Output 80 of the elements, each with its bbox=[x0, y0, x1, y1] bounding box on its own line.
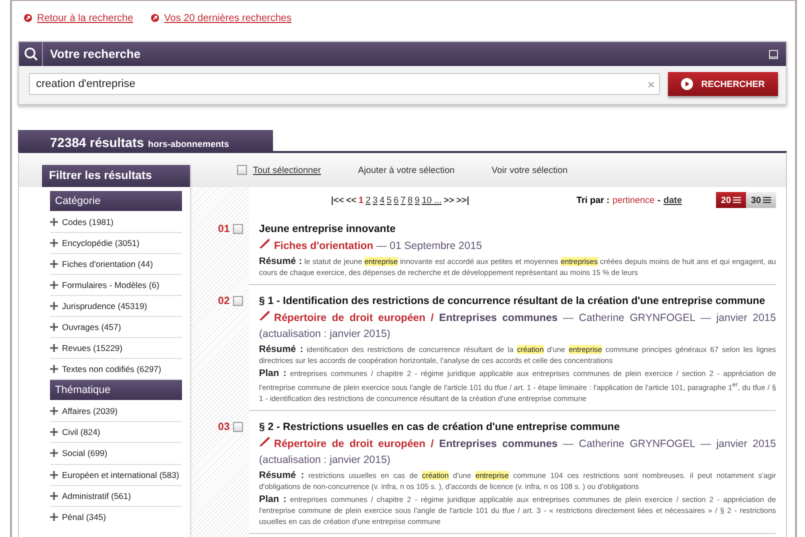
filter-item[interactable]: Revues (15229) bbox=[50, 338, 182, 360]
sort-separator: - bbox=[657, 195, 660, 205]
result-checkbox[interactable] bbox=[232, 224, 243, 234]
arrow-circle-icon bbox=[24, 14, 32, 22]
filter-item[interactable]: Affaires (2039) bbox=[50, 401, 182, 422]
section-header: Catégorie bbox=[50, 191, 182, 211]
results-tab[interactable]: 72384 résultats hors-abonnements bbox=[18, 130, 273, 151]
plus-icon bbox=[50, 407, 58, 416]
page-link[interactable]: 2 bbox=[366, 195, 371, 205]
result-source: Fiches d'orientation — 01 Septembre 2015 bbox=[259, 238, 776, 254]
filter-title: Filtrer les résultats bbox=[42, 165, 190, 187]
plus-icon bbox=[50, 428, 58, 436]
nav-link[interactable]: Vos 20 dernières recherches bbox=[151, 11, 292, 25]
plus-icon bbox=[50, 344, 58, 352]
play-icon bbox=[681, 78, 694, 90]
filter-item[interactable]: Pénal (345) bbox=[50, 506, 182, 527]
section-header: Thématique bbox=[50, 380, 182, 400]
result-title[interactable]: § 1 - Identification des restrictions de concurrence résultant de la création d'une entreprise commune bbox=[259, 295, 776, 307]
filter-item[interactable]: Civil (824) bbox=[50, 422, 182, 444]
result-source: Répertoire de droit européen / Entreprises communes — Catherine GRYNFOGEL — janvier 2015 (actualisation : janvier 2015) bbox=[259, 436, 776, 468]
pen-icon bbox=[259, 310, 270, 321]
filter-item[interactable]: Européen et international (583) bbox=[50, 464, 182, 486]
list-icon bbox=[733, 197, 741, 203]
nav-link[interactable]: Retour à la recherche bbox=[24, 11, 134, 25]
plus-icon bbox=[50, 281, 58, 290]
plus-icon bbox=[50, 492, 58, 500]
result-number: 02 bbox=[218, 295, 230, 307]
first-page-link[interactable]: |<< bbox=[331, 195, 344, 205]
per-page-button[interactable]: 20 bbox=[716, 192, 746, 208]
result-title[interactable]: § 2 - Restrictions usuelles en cas de création d'une entreprise commune bbox=[259, 420, 776, 432]
plus-icon bbox=[50, 260, 58, 268]
page-link[interactable]: 8 bbox=[408, 195, 413, 205]
plus-icon bbox=[50, 323, 58, 332]
search-button[interactable]: RECHERCHER bbox=[668, 72, 778, 96]
result-checkbox[interactable] bbox=[232, 296, 243, 306]
previous-page-link[interactable]: << bbox=[346, 195, 357, 205]
search-field[interactable]: creation d'entreprise × bbox=[29, 73, 660, 95]
plus-icon bbox=[50, 365, 58, 374]
toolbar-link[interactable]: Ajouter à votre sélection bbox=[358, 165, 455, 175]
next-page-link[interactable]: >> bbox=[444, 195, 454, 205]
result-title[interactable]: Jeune entreprise innovante bbox=[259, 223, 776, 235]
filter-item[interactable]: Formulaires - Modèles (6) bbox=[50, 275, 182, 296]
arrow-circle-icon bbox=[151, 14, 160, 22]
pen-icon bbox=[259, 436, 270, 446]
plus-icon bbox=[50, 470, 58, 479]
page-link[interactable]: 10 ... bbox=[422, 195, 442, 205]
filter-item[interactable]: Codes (1981) bbox=[50, 212, 182, 234]
filter-item[interactable]: Jurisprudence (45319) bbox=[50, 296, 182, 318]
result-source: Répertoire de droit européen / Entreprises communes — Catherine GRYNFOGEL — janvier 2015 (actualisation : janvier 2015) bbox=[259, 310, 776, 342]
toolbar-link[interactable]: Voir votre sélection bbox=[492, 165, 568, 175]
list-icon bbox=[763, 197, 771, 203]
sort-option[interactable]: date bbox=[663, 195, 682, 205]
page-link[interactable]: 1 bbox=[358, 195, 364, 205]
last-page-link[interactable]: >>| bbox=[456, 195, 470, 205]
result-number: 01 bbox=[218, 223, 230, 235]
per-page-button[interactable]: 30 bbox=[746, 192, 776, 208]
plus-icon bbox=[50, 239, 58, 248]
pen-icon bbox=[259, 238, 270, 249]
page-link[interactable]: 4 bbox=[380, 195, 385, 205]
search-icon bbox=[24, 47, 38, 61]
sort-label: Tri par : bbox=[576, 195, 610, 205]
filter-item[interactable]: Ouvrages (457) bbox=[50, 317, 182, 338]
result-number: 03 bbox=[218, 420, 230, 432]
page-link[interactable]: 5 bbox=[386, 195, 392, 205]
page-link[interactable]: 6 bbox=[394, 195, 399, 205]
filter-item[interactable]: Social (699) bbox=[50, 443, 182, 465]
plus-icon bbox=[50, 512, 58, 521]
sort-option[interactable]: pertinence bbox=[612, 195, 654, 205]
filter-item[interactable]: Fiches d'orientation (44) bbox=[50, 254, 182, 276]
select-all-checkbox[interactable]: Tout sélectionner bbox=[237, 165, 322, 175]
minimize-icon[interactable] bbox=[769, 50, 778, 58]
filter-item[interactable]: Administratif (561) bbox=[50, 486, 182, 507]
plus-icon bbox=[50, 302, 58, 310]
filter-item[interactable]: Encyclopédie (3051) bbox=[50, 233, 182, 254]
panel-title: Votre recherche bbox=[49, 47, 142, 61]
plus-icon bbox=[50, 218, 58, 226]
page-link[interactable]: 7 bbox=[400, 195, 406, 205]
plus-icon bbox=[50, 449, 58, 458]
page-link[interactable]: 3 bbox=[372, 195, 378, 205]
page-link[interactable]: 9 bbox=[414, 195, 420, 205]
